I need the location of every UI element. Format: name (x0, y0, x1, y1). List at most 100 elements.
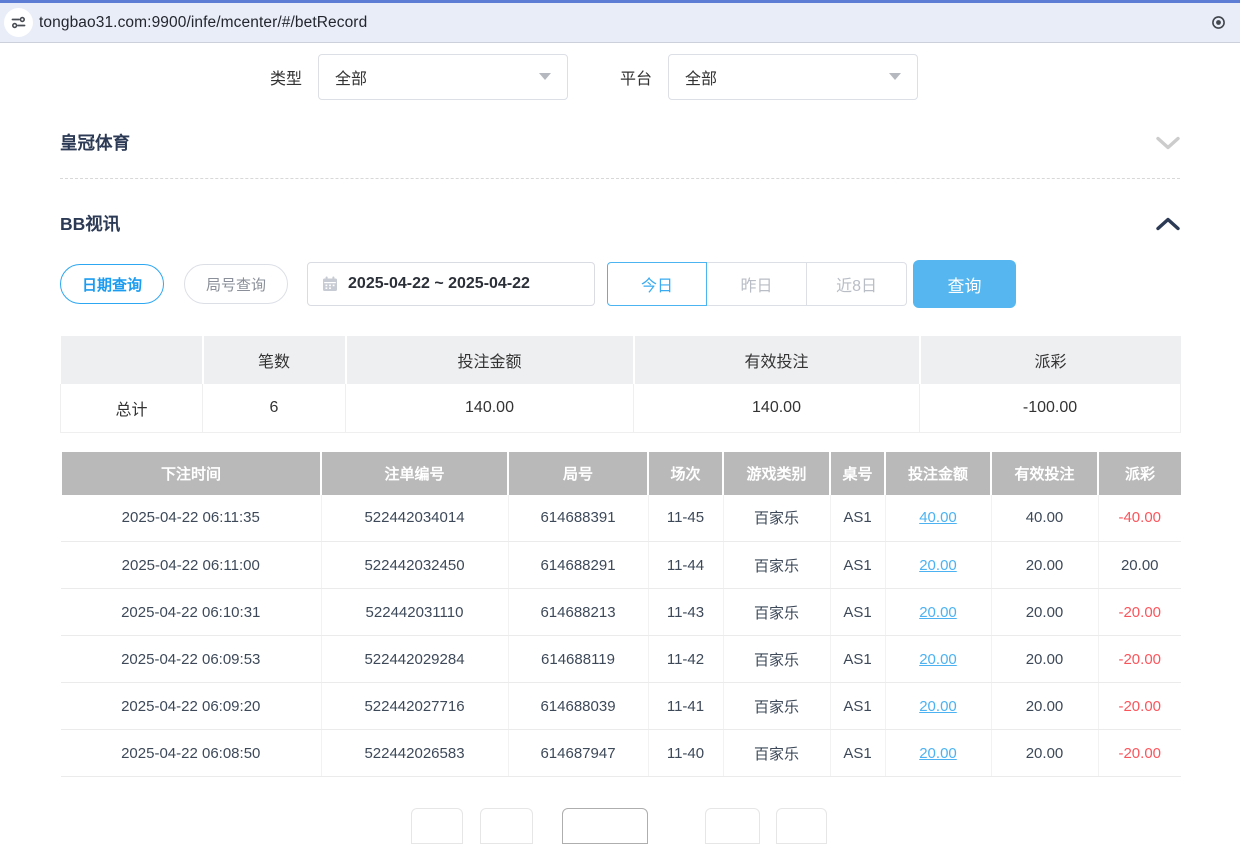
table-row: 2025-04-22 06:09:20 522442027716 6146880… (61, 683, 1181, 730)
table-row: 2025-04-22 06:08:50 522442026583 6146879… (61, 730, 1181, 777)
cell-table-number: AS1 (830, 683, 885, 730)
summary-bet-amount-value: 140.00 (346, 384, 634, 432)
cell-game-type: 百家乐 (723, 683, 830, 730)
today-button[interactable]: 今日 (607, 262, 707, 306)
summary-table: 笔数 投注金额 有效投注 派彩 总计 6 140.00 140.00 -100.… (60, 336, 1181, 433)
site-settings-button[interactable] (4, 8, 33, 37)
table-row: 2025-04-22 06:09:53 522442029284 6146881… (61, 636, 1181, 683)
bet-amount-link[interactable]: 20.00 (919, 604, 957, 621)
table-row: 2025-04-22 06:10:31 522442031110 6146882… (61, 589, 1181, 636)
summary-header-bet-amount: 投注金额 (346, 336, 634, 384)
section-bb-video[interactable]: BB视讯 (60, 211, 1180, 236)
cell-game-type: 百家乐 (723, 589, 830, 636)
summary-valid-bet-value: 140.00 (634, 384, 920, 432)
table-header-row: 下注时间注单编号局号场次游戏类别桌号投注金额有效投注派彩 (61, 452, 1181, 495)
cell-bet-number: 522442032450 (321, 542, 508, 589)
search-button[interactable]: 查询 (913, 260, 1016, 308)
column-header: 注单编号 (321, 452, 508, 495)
table-row: 2025-04-22 06:11:35 522442034014 6146883… (61, 495, 1181, 542)
platform-select-value: 全部 (685, 65, 717, 89)
pagination (0, 808, 1240, 848)
column-header: 桌号 (830, 452, 885, 495)
cell-valid-bet: 20.00 (991, 730, 1098, 777)
column-header: 场次 (648, 452, 723, 495)
cell-bet-time: 2025-04-22 06:09:53 (61, 636, 321, 683)
cell-session: 11-41 (648, 683, 723, 730)
cell-payout: -20.00 (1098, 636, 1181, 683)
cell-table-number: AS1 (830, 730, 885, 777)
bet-amount-link[interactable]: 40.00 (919, 509, 957, 526)
summary-header-valid-bet: 有效投注 (634, 336, 920, 384)
bet-amount-link[interactable]: 20.00 (919, 745, 957, 762)
chevron-down-icon[interactable] (1156, 136, 1180, 150)
cell-game-type: 百家乐 (723, 636, 830, 683)
date-range-value: 2025-04-22 ~ 2025-04-22 (348, 275, 530, 293)
tune-icon (11, 15, 26, 30)
cell-payout: 20.00 (1098, 542, 1181, 589)
cell-valid-bet: 20.00 (991, 589, 1098, 636)
date-query-tab[interactable]: 日期查询 (60, 264, 164, 304)
table-row: 2025-04-22 06:11:00 522442032450 6146882… (61, 542, 1181, 589)
crown-sports-title: 皇冠体育 (60, 130, 130, 155)
cell-bet-number: 522442031110 (321, 589, 508, 636)
pagination-current-page[interactable] (562, 808, 648, 844)
type-select-value: 全部 (335, 65, 367, 89)
column-header: 有效投注 (991, 452, 1098, 495)
pagination-first-button[interactable] (411, 808, 463, 844)
calendar-icon (322, 276, 338, 292)
cell-game-type: 百家乐 (723, 542, 830, 589)
cell-bet-time: 2025-04-22 06:08:50 (61, 730, 321, 777)
cell-payout: -20.00 (1098, 589, 1181, 636)
cell-round-number: 614688291 (508, 542, 648, 589)
bet-amount-link[interactable]: 20.00 (919, 557, 957, 574)
cell-table-number: AS1 (830, 589, 885, 636)
cell-round-number: 614688213 (508, 589, 648, 636)
cell-bet-amount: 40.00 (885, 495, 991, 542)
summary-header-blank (61, 336, 203, 384)
platform-filter-label: 平台 (620, 65, 652, 89)
bb-video-title: BB视讯 (60, 211, 120, 236)
section-crown-sports[interactable]: 皇冠体育 (60, 130, 1180, 179)
url-text[interactable]: tongbao31.com:9900/infe/mcenter/#/betRec… (39, 14, 367, 32)
summary-header-payout: 派彩 (920, 336, 1181, 384)
column-header: 下注时间 (61, 452, 321, 495)
summary-count-value: 6 (203, 384, 346, 432)
cell-round-number: 614688039 (508, 683, 648, 730)
chevron-up-icon[interactable] (1156, 217, 1180, 231)
round-query-tab[interactable]: 局号查询 (184, 264, 288, 304)
platform-select[interactable]: 全部 (668, 54, 918, 100)
cell-bet-number: 522442026583 (321, 730, 508, 777)
cell-bet-number: 522442034014 (321, 495, 508, 542)
summary-header-count: 笔数 (203, 336, 346, 384)
cell-payout: -40.00 (1098, 495, 1181, 542)
bet-amount-link[interactable]: 20.00 (919, 651, 957, 668)
bet-amount-link[interactable]: 20.00 (919, 698, 957, 715)
cell-bet-number: 522442029284 (321, 636, 508, 683)
browser-address-bar[interactable]: tongbao31.com:9900/infe/mcenter/#/betRec… (0, 0, 1240, 43)
pagination-next-button[interactable] (705, 808, 760, 844)
cell-game-type: 百家乐 (723, 495, 830, 542)
window-accent-strip (0, 0, 1240, 3)
query-toolbar: 日期查询 局号查询 2025-04-22 ~ 2025-04-22 今日 (60, 260, 1180, 308)
cell-payout: -20.00 (1098, 730, 1181, 777)
target-icon[interactable] (1211, 15, 1226, 30)
cell-valid-bet: 20.00 (991, 636, 1098, 683)
cell-session: 11-44 (648, 542, 723, 589)
cell-session: 11-42 (648, 636, 723, 683)
bet-records-table: 下注时间注单编号局号场次游戏类别桌号投注金额有效投注派彩 2025-04-22 … (60, 452, 1181, 778)
yesterday-button[interactable]: 昨日 (707, 262, 807, 306)
cell-session: 11-40 (648, 730, 723, 777)
cell-bet-time: 2025-04-22 06:11:35 (61, 495, 321, 542)
quick-range-group: 今日 昨日 近8日 (607, 262, 907, 306)
date-range-picker[interactable]: 2025-04-22 ~ 2025-04-22 (307, 262, 595, 306)
pagination-prev-button[interactable] (480, 808, 533, 844)
caret-down-icon (539, 73, 551, 80)
column-header: 投注金额 (885, 452, 991, 495)
cell-valid-bet: 40.00 (991, 495, 1098, 542)
cell-bet-time: 2025-04-22 06:09:20 (61, 683, 321, 730)
pagination-last-button[interactable] (776, 808, 827, 844)
type-select[interactable]: 全部 (318, 54, 568, 100)
cell-bet-time: 2025-04-22 06:11:00 (61, 542, 321, 589)
cell-bet-amount: 20.00 (885, 636, 991, 683)
last-8-days-button[interactable]: 近8日 (807, 262, 907, 306)
